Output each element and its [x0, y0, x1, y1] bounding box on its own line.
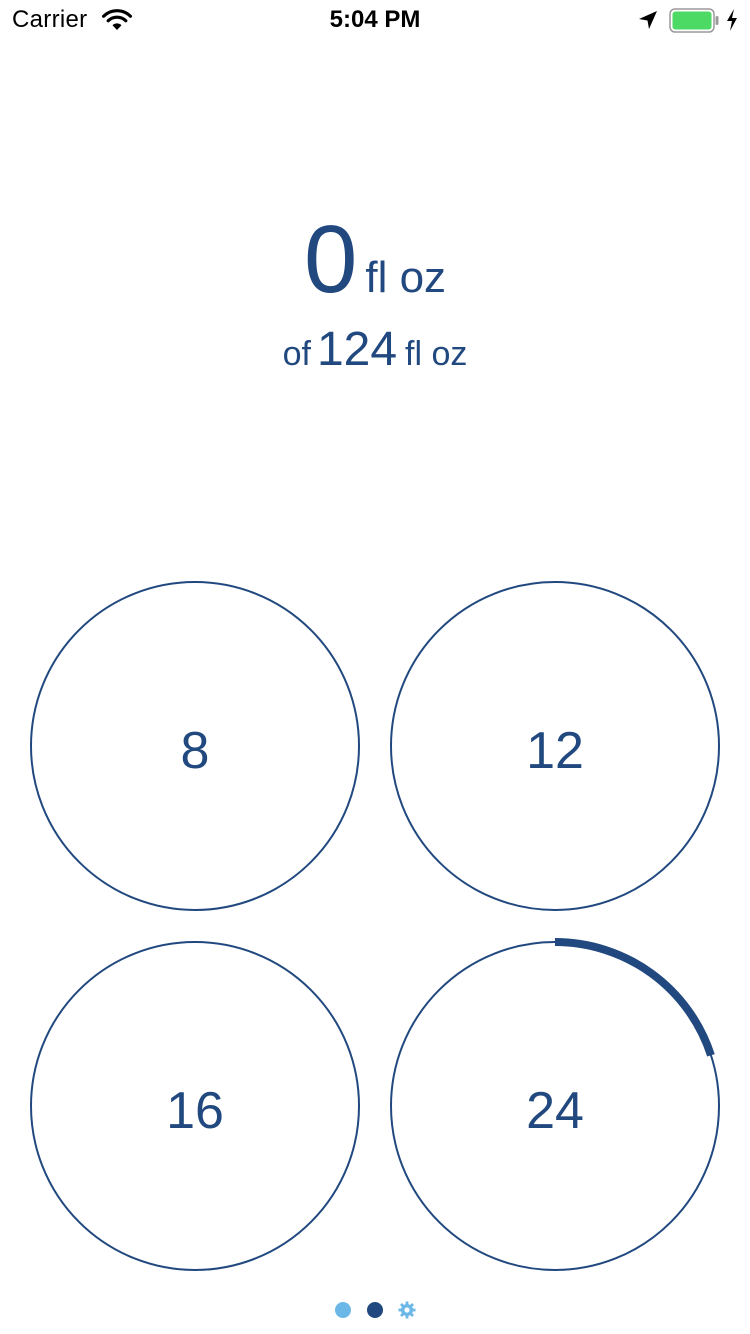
add-16-button[interactable]: 16 — [30, 941, 360, 1271]
page-dot-1[interactable] — [335, 1302, 351, 1318]
daily-goal: of 124 fl oz — [0, 322, 750, 389]
goal-unit: fl oz — [405, 335, 468, 373]
add-8-button[interactable]: 8 — [30, 581, 360, 911]
current-intake-value: 0 — [303, 206, 358, 313]
goal-prefix: of — [282, 335, 311, 373]
location-arrow-icon — [639, 11, 657, 29]
current-intake-unit: fl oz — [365, 253, 447, 302]
charging-bolt-icon — [727, 9, 737, 31]
button-amount-label: 12 — [526, 722, 584, 780]
page-dot-2[interactable] — [367, 1302, 383, 1318]
progress-arc — [554, 938, 715, 1057]
current-intake: 0 fl oz — [0, 210, 750, 310]
battery-icon — [669, 8, 719, 33]
button-amount-label: 8 — [180, 722, 210, 780]
button-amount-label: 16 — [166, 1082, 224, 1140]
add-12-button[interactable]: 12 — [390, 581, 720, 911]
button-amount-label: 24 — [526, 1082, 584, 1140]
goal-value: 124 — [316, 323, 398, 376]
add-24-button[interactable]: 24 — [390, 938, 720, 1271]
status-bar: Carrier 5:04 PM — [0, 0, 750, 40]
gear-icon[interactable] — [398, 1301, 416, 1319]
